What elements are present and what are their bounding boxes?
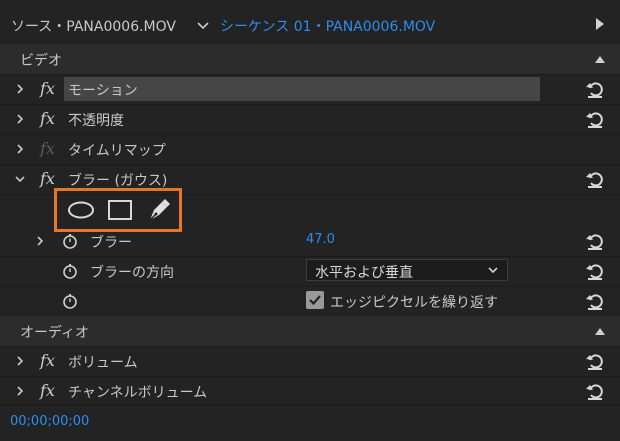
fx-icon[interactable]: fx <box>40 79 55 98</box>
panel-footer: 00;00;00;00 <box>0 404 620 441</box>
effect-label-volume: ボリューム <box>68 355 138 371</box>
fx-icon-disabled: fx <box>40 139 55 158</box>
repeat-edge-label: エッジピクセルを繰り返す <box>330 295 498 311</box>
effect-row-motion[interactable]: fx モーション <box>0 74 620 105</box>
stopwatch-icon[interactable] <box>62 262 78 280</box>
expand-right-icon[interactable] <box>14 112 26 126</box>
expand-down-icon[interactable] <box>14 172 26 186</box>
expand-right-icon[interactable] <box>14 82 26 96</box>
effect-label-channel-volume: チャンネルボリューム <box>68 385 208 401</box>
blurriness-value[interactable]: 47.0 <box>306 232 335 247</box>
fx-icon[interactable]: fx <box>40 169 55 188</box>
reset-icon[interactable] <box>585 351 605 371</box>
effect-label-time-remap: タイムリマップ <box>68 143 166 159</box>
effect-label-gaussian-blur: ブラー (ガウス) <box>68 173 168 189</box>
reset-icon[interactable] <box>585 169 605 189</box>
effect-label-motion: モーション <box>68 83 138 99</box>
effect-row-channel-volume[interactable]: fx チャンネルボリューム <box>0 376 620 405</box>
reset-icon[interactable] <box>585 79 605 99</box>
collapse-up-icon[interactable] <box>594 326 606 336</box>
reset-icon[interactable] <box>585 231 605 251</box>
reset-icon[interactable] <box>585 109 605 129</box>
blur-direction-dropdown[interactable]: 水平および垂直 <box>306 259 508 281</box>
property-label-blurriness: ブラー <box>90 235 132 251</box>
blur-direction-selected: 水平および垂直 <box>315 265 413 281</box>
section-label-video: ビデオ <box>20 53 62 69</box>
audio-section-header[interactable]: オーディオ <box>0 316 620 347</box>
effect-row-time-remap[interactable]: fx タイムリマップ <box>0 134 620 165</box>
expand-right-icon[interactable] <box>34 234 46 248</box>
chevron-down-icon[interactable] <box>194 17 212 35</box>
rectangle-mask-icon[interactable] <box>107 199 133 221</box>
tab-sequence[interactable]: シーケンス 01・PANA0006.MOV <box>220 16 435 38</box>
reset-icon[interactable] <box>585 291 605 311</box>
effect-controls-panel: ソース・PANA0006.MOV シーケンス 01・PANA0006.MOV ビ… <box>0 0 620 441</box>
expand-right-icon[interactable] <box>14 354 26 368</box>
effect-row-volume[interactable]: fx ボリューム <box>0 346 620 377</box>
effect-row-opacity[interactable]: fx 不透明度 <box>0 104 620 135</box>
expand-right-icon[interactable] <box>14 384 26 398</box>
collapse-up-icon[interactable] <box>594 54 606 64</box>
effect-label-opacity: 不透明度 <box>68 113 124 129</box>
tab-source[interactable]: ソース・PANA0006.MOV <box>11 16 176 38</box>
expand-right-icon[interactable] <box>14 142 26 156</box>
chevron-down-icon <box>487 265 499 275</box>
reset-icon[interactable] <box>585 381 605 401</box>
pen-mask-icon[interactable] <box>146 196 172 224</box>
checkbox-checked-icon[interactable] <box>306 291 324 309</box>
stopwatch-icon[interactable] <box>62 292 78 310</box>
property-row-blurriness[interactable]: ブラー 47.0 <box>0 226 620 257</box>
property-row-repeat-edge[interactable]: エッジピクセルを繰り返す <box>0 286 620 317</box>
fx-icon[interactable]: fx <box>40 351 55 370</box>
property-label-blur-direction: ブラーの方向 <box>90 265 174 281</box>
timecode-display[interactable]: 00;00;00;00 <box>10 414 89 429</box>
fx-icon[interactable]: fx <box>40 381 55 400</box>
video-section-header[interactable]: ビデオ <box>0 44 620 75</box>
panel-header: ソース・PANA0006.MOV シーケンス 01・PANA0006.MOV <box>0 0 620 44</box>
section-label-audio: オーディオ <box>20 325 90 341</box>
property-row-blur-direction[interactable]: ブラーの方向 水平および垂直 <box>0 256 620 287</box>
fx-icon[interactable]: fx <box>40 109 55 128</box>
reset-icon[interactable] <box>585 261 605 281</box>
ellipse-mask-icon[interactable] <box>67 201 95 219</box>
stopwatch-icon[interactable] <box>62 232 78 250</box>
play-arrow-icon[interactable] <box>594 17 606 31</box>
